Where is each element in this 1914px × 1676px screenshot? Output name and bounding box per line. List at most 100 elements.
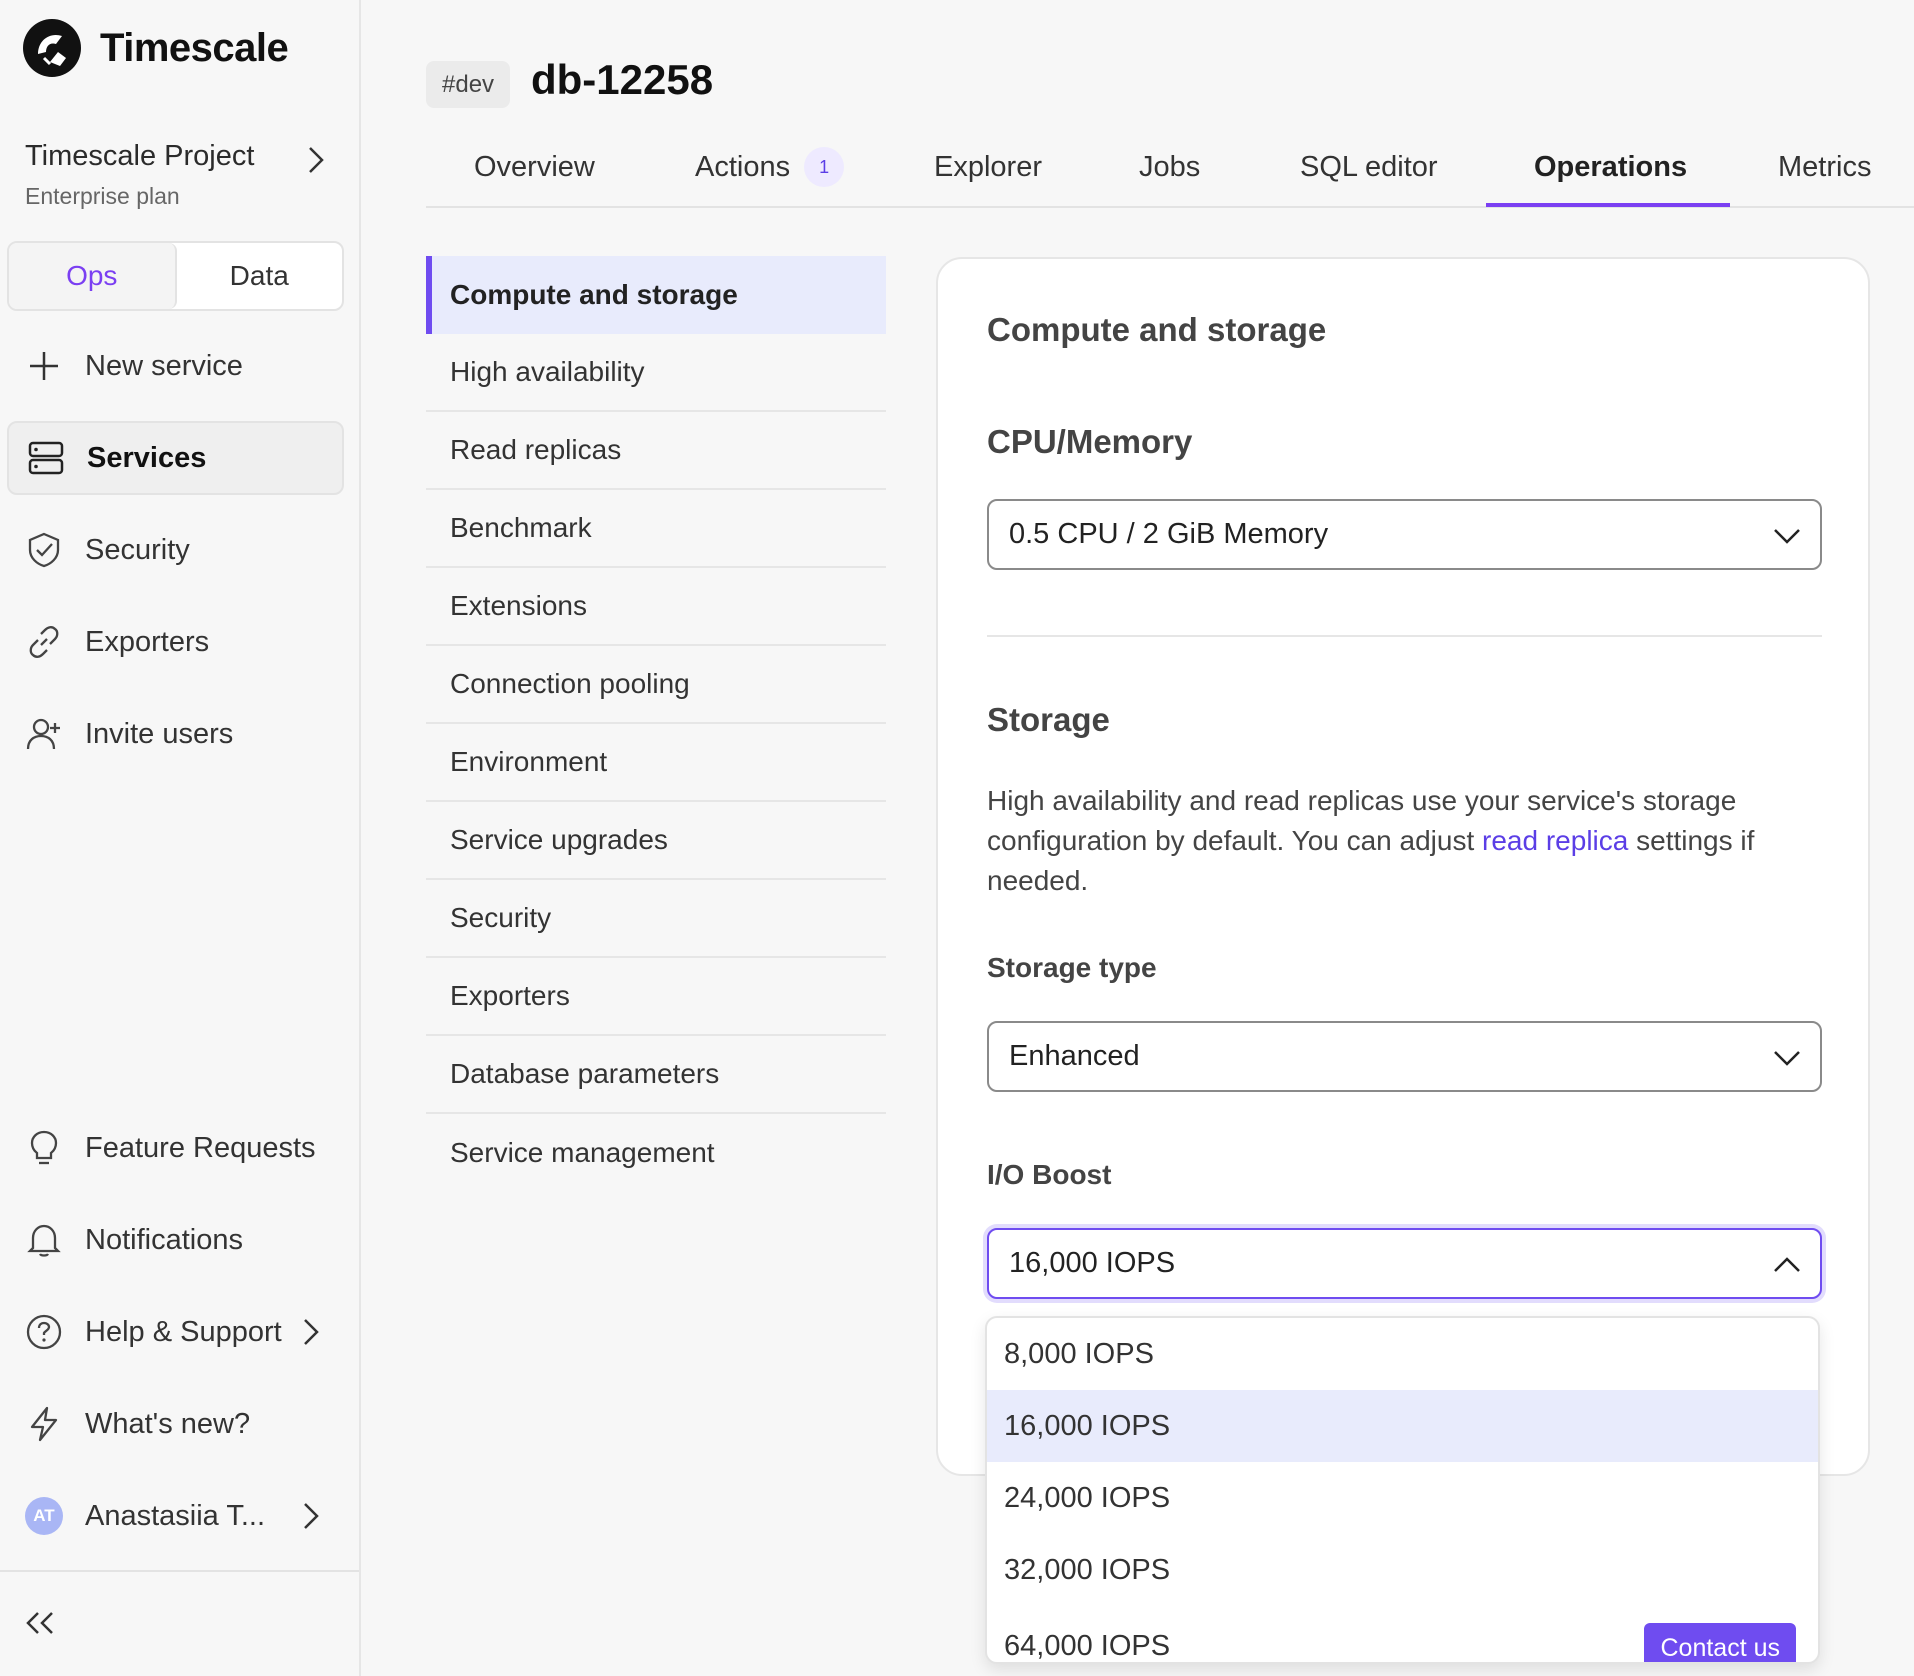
logo[interactable]: Timescale: [22, 18, 289, 78]
environment-badge: #dev: [426, 61, 511, 108]
plus-icon: [30, 352, 58, 380]
chevron-up-icon: [1774, 1257, 1800, 1272]
link-icon: [29, 626, 59, 658]
data-tab[interactable]: Data: [177, 243, 343, 309]
io-option[interactable]: 32,000 IOPS: [987, 1534, 1818, 1606]
storage-description: High availability and read replicas use …: [987, 781, 1822, 901]
chevron-down-icon: [1774, 529, 1800, 544]
storage-type-select[interactable]: Enhanced: [987, 1021, 1822, 1092]
sidebar-item-help-support[interactable]: Help & Support: [7, 1295, 344, 1369]
lightbulb-icon: [30, 1130, 58, 1165]
io-boost-label: I/O Boost: [987, 1159, 1112, 1190]
tab-label: SQL editor: [1300, 151, 1438, 183]
tab-label: Actions: [695, 151, 791, 183]
chevron-right-icon: [304, 1503, 319, 1529]
tab-operations[interactable]: Operations: [1534, 138, 1687, 208]
storage-type-label: Storage type: [987, 952, 1157, 983]
io-boost-dropdown: 8,000 IOPS 16,000 IOPS 24,000 IOPS 32,00…: [985, 1316, 1820, 1664]
shield-check-icon: [28, 532, 60, 568]
sidebar-item-label: Services: [87, 441, 207, 474]
actions-count-badge: 1: [804, 147, 845, 187]
submenu-environment[interactable]: Environment: [426, 724, 886, 802]
ops-tab[interactable]: Ops: [9, 243, 177, 309]
submenu-compute-and-storage[interactable]: Compute and storage: [426, 256, 886, 334]
submenu-exporters[interactable]: Exporters: [426, 958, 886, 1036]
submenu-read-replicas[interactable]: Read replicas: [426, 412, 886, 490]
sidebar-item-label: Notifications: [85, 1223, 243, 1256]
tab-metrics[interactable]: Metrics: [1778, 138, 1871, 208]
contact-us-button[interactable]: Contact us: [1644, 1623, 1796, 1662]
submenu-high-availability[interactable]: High availability: [426, 334, 886, 412]
lightning-icon: [30, 1406, 58, 1442]
tab-sql-editor[interactable]: SQL editor: [1300, 138, 1438, 208]
io-option[interactable]: 8,000 IOPS: [987, 1318, 1818, 1390]
sidebar: Timescale Timescale Project Enterprise p…: [0, 0, 361, 1676]
sidebar-item-feature-requests[interactable]: Feature Requests: [7, 1111, 344, 1185]
sidebar-item-services[interactable]: Services: [7, 421, 344, 495]
project-name: Timescale Project: [25, 140, 255, 172]
sidebar-divider: [0, 1570, 359, 1572]
tab-label: Explorer: [934, 151, 1042, 183]
tab-label: Metrics: [1778, 151, 1872, 183]
sidebar-item-whats-new[interactable]: What's new?: [7, 1387, 344, 1461]
chevron-down-icon: [1774, 1051, 1800, 1066]
brand-name: Timescale: [100, 25, 289, 70]
io-boost-select[interactable]: 16,000 IOPS: [987, 1228, 1822, 1299]
avatar: AT: [25, 1497, 63, 1535]
storage-heading: Storage: [987, 701, 1110, 738]
section-divider: [987, 635, 1822, 637]
active-tab-indicator: [1486, 203, 1730, 207]
cpu-memory-heading: CPU/Memory: [987, 423, 1193, 460]
collapse-sidebar-icon[interactable]: [22, 1605, 66, 1641]
sidebar-item-label: New service: [85, 349, 243, 382]
sidebar-item-exporters[interactable]: Exporters: [7, 605, 344, 679]
tab-label: Overview: [474, 151, 595, 183]
sidebar-item-security[interactable]: Security: [7, 513, 344, 587]
timescale-logo-icon: [23, 19, 81, 77]
tab-explorer[interactable]: Explorer: [934, 138, 1042, 208]
sidebar-item-label: Feature Requests: [85, 1131, 316, 1164]
submenu-connection-pooling[interactable]: Connection pooling: [426, 646, 886, 724]
tab-label: Jobs: [1139, 151, 1201, 183]
tab-jobs[interactable]: Jobs: [1139, 138, 1200, 208]
server-icon: [28, 441, 64, 475]
read-replica-link[interactable]: read replica: [1482, 825, 1628, 856]
submenu-benchmark[interactable]: Benchmark: [426, 490, 886, 568]
submenu-extensions[interactable]: Extensions: [426, 568, 886, 646]
sidebar-item-new-service[interactable]: New service: [7, 329, 344, 403]
io-option[interactable]: 24,000 IOPS: [987, 1462, 1818, 1534]
sidebar-item-label: Invite users: [85, 717, 234, 750]
chevron-right-icon: [309, 147, 324, 173]
user-name: Anastasiia T...: [85, 1499, 266, 1532]
sidebar-item-notifications[interactable]: Notifications: [7, 1203, 344, 1277]
tab-actions[interactable]: Actions 1: [695, 138, 845, 208]
submenu-service-upgrades[interactable]: Service upgrades: [426, 802, 886, 880]
submenu-database-parameters[interactable]: Database parameters: [426, 1036, 886, 1114]
project-plan: Enterprise plan: [25, 183, 180, 209]
cpu-memory-select[interactable]: 0.5 CPU / 2 GiB Memory: [987, 499, 1822, 570]
compute-storage-card: Compute and storage CPU/Memory 0.5 CPU /…: [936, 257, 1870, 1476]
storage-type-value: Enhanced: [1009, 1040, 1140, 1072]
sidebar-item-user[interactable]: AT Anastasiia T...: [7, 1479, 344, 1553]
service-tabs: Overview Actions 1 Explorer Jobs SQL edit…: [426, 138, 1914, 208]
submenu-security[interactable]: Security: [426, 880, 886, 958]
sidebar-item-invite-users[interactable]: Invite users: [7, 697, 344, 771]
page-title: db-12258: [531, 56, 714, 103]
io-option-selected[interactable]: 16,000 IOPS: [987, 1390, 1818, 1462]
bell-icon: [27, 1224, 61, 1257]
user-plus-icon: [26, 718, 60, 750]
question-circle-icon: [26, 1314, 62, 1350]
sidebar-item-label: Help & Support: [85, 1315, 282, 1348]
chevron-right-icon: [304, 1319, 319, 1345]
io-boost-value: 16,000 IOPS: [1009, 1247, 1176, 1279]
ops-data-switch: Ops Data: [7, 241, 344, 311]
sidebar-item-label: Exporters: [85, 625, 210, 658]
submenu-service-management[interactable]: Service management: [426, 1114, 886, 1192]
tab-overview[interactable]: Overview: [474, 138, 595, 208]
project-selector[interactable]: Timescale Project Enterprise plan: [25, 140, 335, 210]
sidebar-item-label: What's new?: [85, 1407, 251, 1440]
sidebar-item-label: Security: [85, 533, 190, 566]
card-title: Compute and storage: [987, 311, 1327, 348]
tab-label: Operations: [1534, 151, 1688, 183]
operations-submenu: Compute and storage High availability Re…: [426, 256, 886, 1192]
